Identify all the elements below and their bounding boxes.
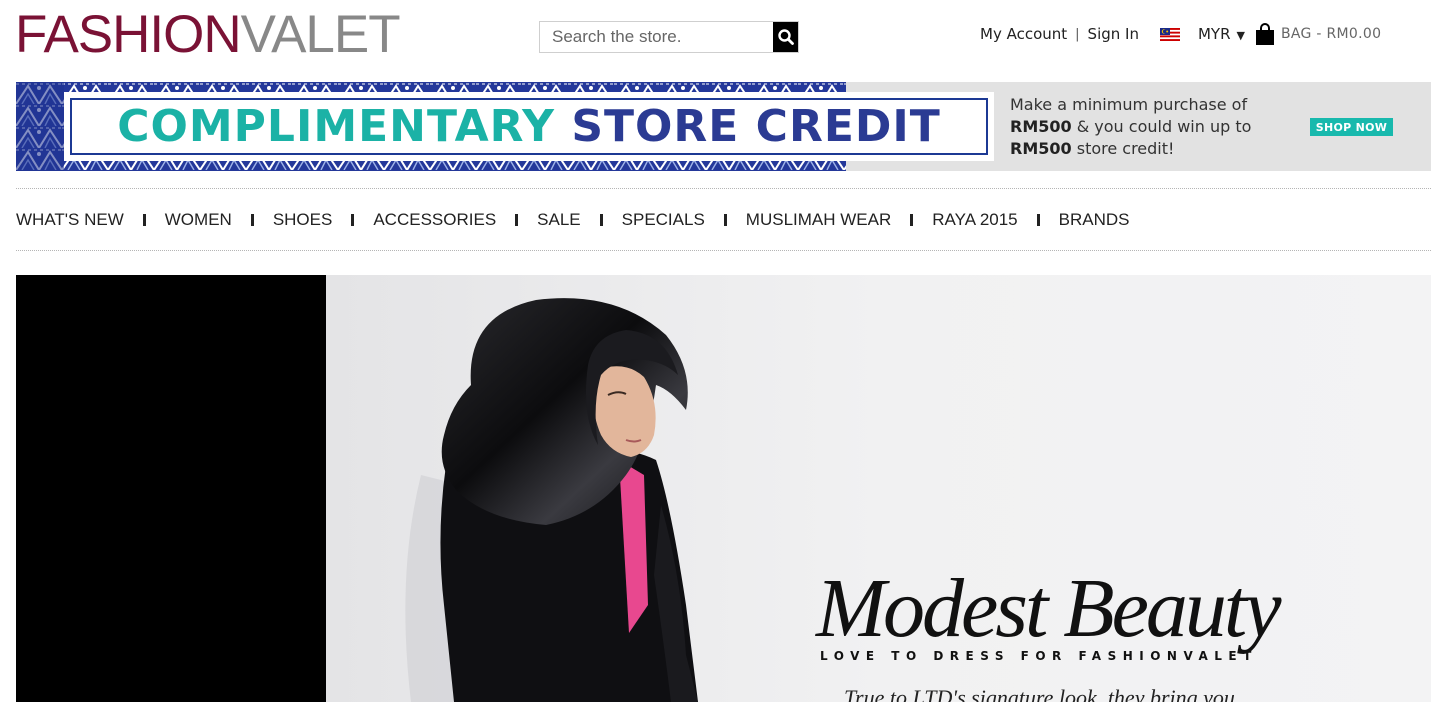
main-nav: WHAT'S NEW WOMEN SHOES ACCESSORIES SALE … (16, 198, 1130, 242)
hero-title: Modest Beauty (816, 562, 1281, 655)
nav-item-women[interactable]: WOMEN (165, 210, 232, 230)
chevron-down-icon: ▼ (1236, 29, 1245, 42)
nav-item-specials[interactable]: SPECIALS (622, 210, 705, 230)
currency-selector[interactable]: MYR ▼ (1198, 25, 1245, 43)
nav-item-accessories[interactable]: ACCESSORIES (373, 210, 496, 230)
promo-headline-box: COMPLIMENTARY STORE CREDIT (64, 92, 994, 161)
search-bar (539, 21, 799, 53)
fashionvalet-logo[interactable]: FASHIONVALET (15, 5, 401, 64)
search-button[interactable] (773, 22, 798, 52)
nav-item-whats-new[interactable]: WHAT'S NEW (16, 210, 124, 230)
hero-black-panel (16, 275, 326, 702)
my-account-link[interactable]: My Account (980, 25, 1067, 43)
nav-item-brands[interactable]: BRANDS (1059, 210, 1130, 230)
shop-now-button[interactable]: SHOP NOW (1310, 118, 1393, 136)
search-input[interactable] (540, 22, 773, 52)
search-icon (777, 29, 794, 45)
nav-item-muslimah-wear[interactable]: MUSLIMAH WEAR (746, 210, 891, 230)
nav-separator (599, 214, 603, 226)
nav-separator (351, 214, 355, 226)
promo-description: Make a minimum purchase of RM500 & you c… (1010, 94, 1290, 160)
promo-headline-complimentary: COMPLIMENTARY (117, 100, 555, 152)
malaysia-flag-icon (1159, 27, 1180, 41)
promo-desc-line3: RM500 store credit! (1010, 139, 1175, 158)
hero-subtitle: LOVE TO DRESS FOR FASHIONVALET (820, 649, 1258, 663)
promo-headline: COMPLIMENTARY STORE CREDIT (117, 104, 941, 149)
nav-separator (250, 214, 254, 226)
promo-banner[interactable]: COMPLIMENTARY STORE CREDIT Make a minimu… (16, 82, 1431, 171)
nav-separator (142, 214, 146, 226)
shopping-bag-link[interactable]: BAG - RM0.00 (1255, 23, 1381, 45)
nav-item-raya-2015[interactable]: RAYA 2015 (932, 210, 1017, 230)
nav-separator (515, 214, 519, 226)
nav-item-sale[interactable]: SALE (537, 210, 580, 230)
logo-text-valet: VALET (240, 5, 401, 64)
shopping-bag-icon (1255, 23, 1274, 45)
promo-headline-store-credit: STORE CREDIT (571, 100, 941, 152)
separator: | (1075, 26, 1080, 42)
promo-desc-line2: RM500 & you could win up to (1010, 117, 1252, 136)
nav-item-shoes[interactable]: SHOES (273, 210, 333, 230)
divider-bottom (16, 250, 1431, 251)
nav-separator (910, 214, 914, 226)
bag-total: BAG - RM0.00 (1280, 26, 1382, 42)
nav-separator (1036, 214, 1040, 226)
nav-separator (723, 214, 727, 226)
hero-banner[interactable]: Modest Beauty LOVE TO DRESS FOR FASHIONV… (16, 275, 1431, 702)
divider-top (16, 188, 1431, 189)
promo-desc-line1: Make a minimum purchase of (1010, 95, 1248, 114)
sign-in-link[interactable]: Sign In (1088, 25, 1139, 43)
account-links: My Account | Sign In MYR ▼ BAG - RM0.00 (980, 22, 1381, 46)
currency-value: MYR (1197, 25, 1231, 43)
logo-text-fashion: FASHION (15, 5, 242, 64)
hero-body-text: True to LTD's signature look, they bring… (844, 685, 1235, 702)
